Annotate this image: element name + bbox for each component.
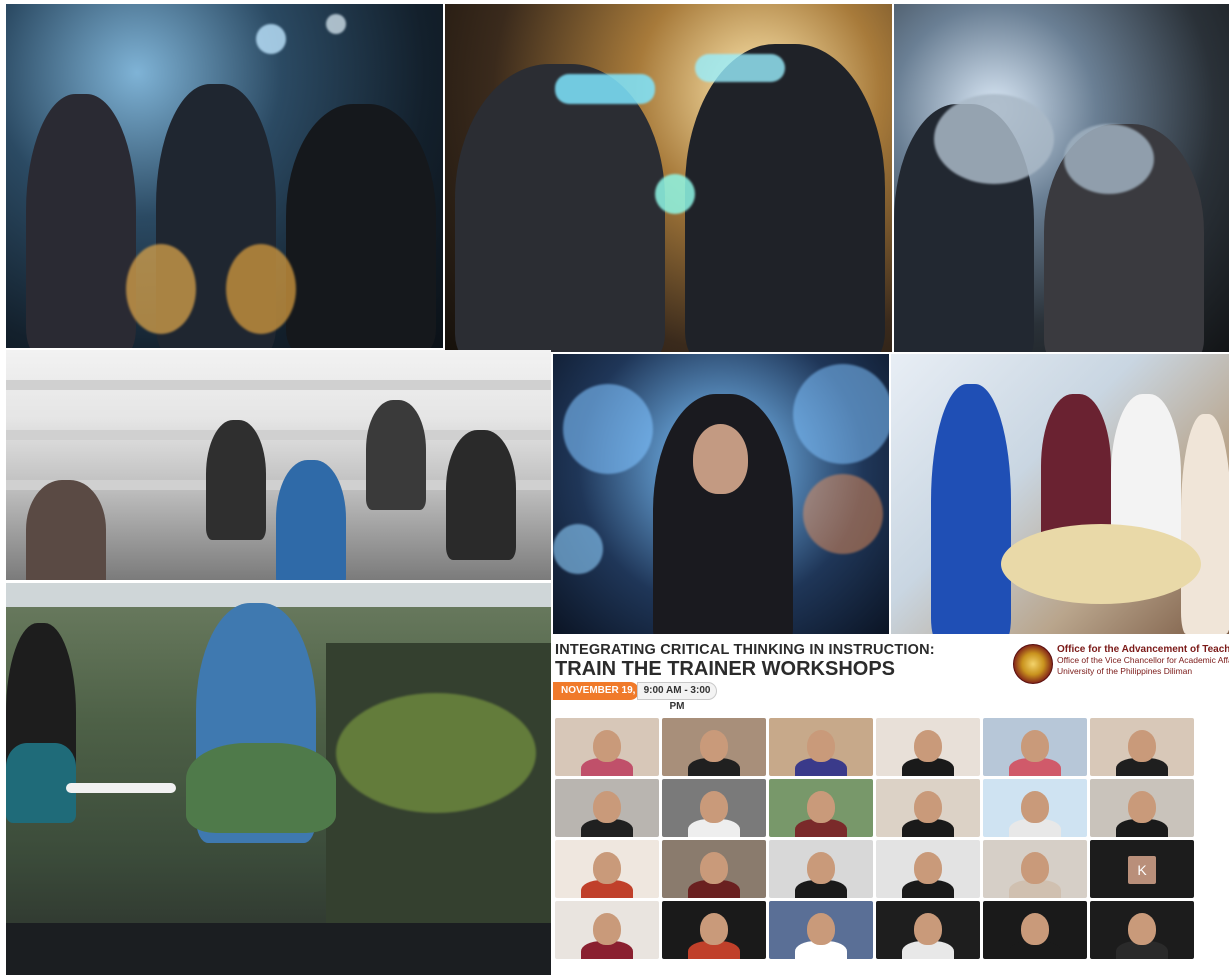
video-tile [662, 718, 766, 776]
photo-vr-headsets-smiling [894, 4, 1229, 352]
office-name: Office for the Advancement of Teaching [1057, 644, 1229, 655]
photo-group-workshop [891, 354, 1229, 634]
video-tile [555, 779, 659, 837]
participant-face [593, 730, 621, 762]
participant-face [807, 852, 835, 884]
participant-face [1128, 791, 1156, 823]
participant-face [700, 913, 728, 945]
participant-face [914, 791, 942, 823]
up-seal-icon [1013, 644, 1053, 684]
participant-face [1128, 913, 1156, 945]
video-tile [769, 840, 873, 898]
participant-face [1021, 791, 1049, 823]
video-tile-placeholder: K [1090, 840, 1194, 898]
office-parent: Office of the Vice Chancellor for Academ… [1057, 655, 1229, 665]
video-tile [983, 840, 1087, 898]
participant-face [593, 852, 621, 884]
video-tile [876, 840, 980, 898]
photo-vr-woman-globes [553, 354, 889, 634]
video-tile [662, 901, 766, 959]
photo-vr-headsets-pair [445, 4, 892, 352]
participant-initial: K [1128, 856, 1156, 884]
video-tile [769, 779, 873, 837]
university-name: University of the Philippines Diliman [1057, 666, 1193, 676]
video-tile [555, 718, 659, 776]
participant-face [700, 852, 728, 884]
photo-lab-robots [6, 4, 443, 348]
video-tile [983, 901, 1087, 959]
video-tile [1090, 718, 1194, 776]
video-tile [1090, 779, 1194, 837]
participant-face [593, 913, 621, 945]
video-tile [876, 901, 980, 959]
date-badge: NOVEMBER 19, 2022 [553, 682, 639, 714]
participant-face [700, 730, 728, 762]
banner-title-line2: TRAIN THE TRAINER WORKSHOPS [555, 658, 895, 680]
video-tile [876, 718, 980, 776]
video-tile [876, 779, 980, 837]
participant-face [914, 913, 942, 945]
time-badge: 9:00 AM - 3:00 PM [637, 682, 717, 712]
participant-face [1021, 852, 1049, 884]
video-tile [769, 901, 873, 959]
photo-lecture-hall [6, 350, 551, 580]
participant-face [1021, 730, 1049, 762]
video-tile [1090, 901, 1194, 959]
participant-face [593, 791, 621, 823]
photo-panel-speaker [6, 583, 551, 975]
video-tile [983, 718, 1087, 776]
workshop-banner: INTEGRATING CRITICAL THINKING IN INSTRUC… [553, 636, 1229, 975]
video-tile [769, 718, 873, 776]
video-tile [555, 840, 659, 898]
video-tile [555, 901, 659, 959]
participant-face [807, 791, 835, 823]
video-tile [983, 779, 1087, 837]
participant-face [1128, 730, 1156, 762]
banner-title-line1: INTEGRATING CRITICAL THINKING IN INSTRUC… [555, 642, 935, 658]
participant-face [807, 730, 835, 762]
video-tile [662, 840, 766, 898]
participant-face [914, 852, 942, 884]
video-tile [662, 779, 766, 837]
participant-face [807, 913, 835, 945]
office-block: Office for the Advancement of Teaching O… [1057, 644, 1229, 677]
participant-face [914, 730, 942, 762]
participant-face [1021, 913, 1049, 945]
participant-face [700, 791, 728, 823]
